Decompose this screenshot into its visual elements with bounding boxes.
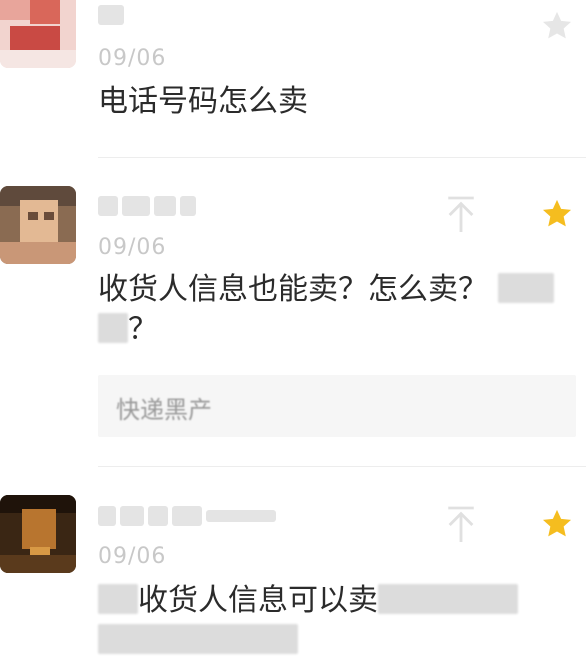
redacted-text [378, 584, 518, 614]
divider [98, 466, 586, 467]
avatar[interactable] [0, 0, 76, 68]
author-reply: 快递黑产 [98, 375, 576, 437]
username-blurred [98, 195, 200, 221]
pin-top-icon[interactable] [444, 505, 478, 545]
comment-text: 电话号码怎么卖 [98, 84, 308, 119]
star-icon[interactable] [540, 197, 574, 231]
avatar[interactable] [0, 186, 76, 264]
reply-text: 快递黑产 [116, 396, 212, 424]
comment-date: 09/06 [98, 544, 167, 569]
comment-date: 09/06 [98, 46, 167, 71]
divider [98, 157, 586, 158]
pin-top-icon[interactable] [444, 195, 478, 235]
avatar[interactable] [0, 495, 76, 573]
star-icon[interactable] [540, 507, 574, 541]
redacted-text [98, 584, 138, 614]
redacted-text [98, 313, 128, 343]
username-blurred [98, 505, 280, 531]
redacted-text [497, 273, 554, 303]
username-blurred [98, 4, 128, 30]
comment-text: 收货人信息也能卖？怎么卖？ ？ [98, 270, 562, 350]
star-icon[interactable] [540, 9, 574, 43]
comment-text: 收货人信息可以卖 [98, 581, 562, 661]
comment-date: 09/06 [98, 235, 167, 260]
redacted-text [98, 624, 298, 654]
